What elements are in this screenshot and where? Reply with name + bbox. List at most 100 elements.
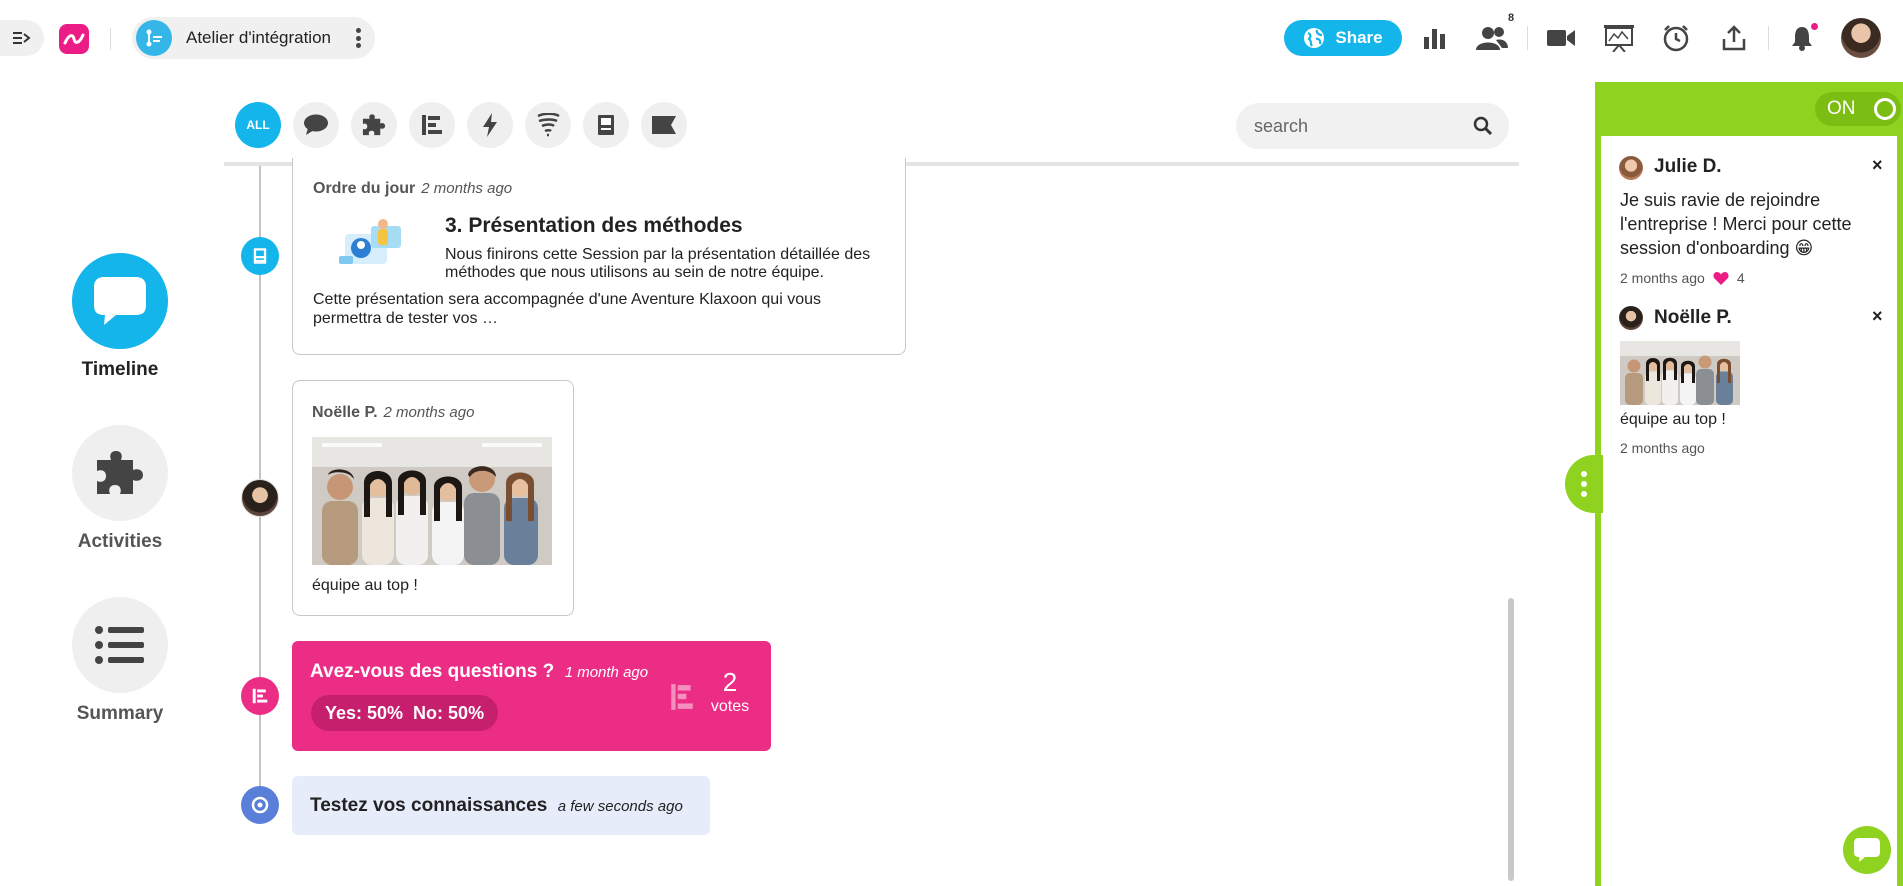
speech-bubble-icon [1854, 838, 1880, 862]
puzzle-icon [362, 114, 386, 136]
search-icon[interactable] [1473, 116, 1493, 136]
puzzle-icon [97, 451, 143, 494]
timeline-quiz-marker [241, 786, 279, 824]
quiz-card[interactable]: Testez vos connaissances a few seconds a… [292, 776, 710, 835]
search-input[interactable] [1254, 115, 1454, 137]
menu-arrow-icon [13, 32, 31, 44]
filter-messages-button[interactable] [293, 102, 339, 148]
agenda-meta: Ordre du jour 2 months ago [313, 180, 512, 198]
presentation-icon[interactable] [1603, 22, 1635, 54]
heart-icon[interactable] [1713, 271, 1729, 285]
panel-handle-more-icon[interactable] [1565, 455, 1603, 513]
filter-flag-button[interactable] [641, 102, 687, 148]
user-avatar[interactable] [1841, 18, 1881, 58]
nav-activities[interactable]: Activities [72, 425, 168, 553]
speech-bubble-icon [304, 114, 328, 135]
survey-bars-icon [422, 115, 442, 135]
survey-bars-icon [671, 684, 693, 710]
notification-dot [1811, 23, 1818, 30]
timeline-scrollbar[interactable] [1508, 598, 1514, 881]
flag-icon [652, 116, 676, 134]
logo-icon [63, 33, 85, 45]
live-toggle[interactable]: ON [1815, 92, 1901, 126]
top-divider [110, 28, 111, 50]
nav-timeline-circle [72, 253, 168, 349]
question-header: Avez-vous des questions ? 1 month ago [310, 661, 648, 683]
nav-timeline-label: Timeline [81, 359, 159, 380]
noelle-avatar [1619, 306, 1643, 330]
share-button[interactable]: Share [1284, 20, 1402, 56]
nav-activities-circle [72, 425, 168, 521]
participants-count: 8 [1508, 12, 1515, 24]
lightning-icon [483, 113, 497, 137]
post-text: Je suis ravie de rejoindre l'entreprise … [1620, 190, 1852, 258]
share-label: Share [1335, 28, 1383, 47]
filter-agenda-button[interactable] [583, 102, 629, 148]
session-more-icon[interactable] [355, 28, 361, 48]
timeline-agenda-marker [241, 237, 279, 275]
julie-avatar [1619, 156, 1643, 180]
post-author: Noëlle P. [1654, 307, 1732, 328]
agenda-time: 2 months ago [421, 180, 513, 197]
globe-icon [1304, 28, 1325, 48]
filter-brainstorm-button[interactable] [525, 102, 571, 148]
speech-bubble-icon [94, 277, 146, 325]
question-card[interactable]: Avez-vous des questions ? 1 month ago Ye… [292, 641, 771, 751]
quiz-title: Testez vos connaissances [310, 795, 548, 816]
agenda-body: Cette présentation sera accompagnée d'un… [313, 291, 821, 327]
photo-post-meta: Noëlle P. 2 months ago [312, 404, 474, 422]
agenda-card[interactable]: Ordre du jour 2 months ago 3. Présentatio… [292, 158, 906, 355]
filter-all-label: ALL [246, 118, 270, 132]
team-photo-thumbnail[interactable] [1620, 341, 1740, 405]
author-avatar [241, 479, 279, 517]
target-icon [251, 796, 269, 814]
question-time: 1 month ago [564, 664, 649, 681]
agenda-icon [253, 248, 267, 264]
post-time: 2 months ago [1620, 440, 1705, 456]
like-count: 4 [1736, 270, 1745, 286]
session-selector[interactable]: Atelier d'intégration [132, 17, 375, 59]
filter-survey-button[interactable] [409, 102, 455, 148]
toolbar-divider-2 [1768, 26, 1769, 50]
nav-timeline[interactable]: Timeline [72, 253, 168, 381]
filter-activities-button[interactable] [351, 102, 397, 148]
quiz-header: Testez vos connaissances a few seconds a… [310, 795, 683, 817]
agenda-title: 3. Présentation des méthodes [445, 214, 743, 237]
team-photo[interactable] [312, 437, 552, 565]
photo-post-card[interactable]: Noëlle P. 2 months ago équipe au top ! [292, 380, 574, 616]
votes-label: votes [710, 698, 750, 715]
stats-icon[interactable] [1418, 22, 1450, 54]
search-box[interactable] [1236, 103, 1509, 149]
session-icon [136, 20, 172, 56]
post-caption: équipe au top ! [1620, 411, 1726, 428]
nav-summary[interactable]: Summary [72, 597, 168, 725]
timeline-survey-marker [241, 677, 279, 715]
klaxoon-logo[interactable] [59, 24, 89, 54]
new-message-button[interactable] [1843, 826, 1891, 874]
photo-post-caption: équipe au top ! [312, 577, 418, 594]
timer-icon[interactable] [1660, 22, 1692, 54]
quiz-time: a few seconds ago [557, 798, 683, 815]
top-bar: Atelier d'intégration Share 8 [0, 0, 1903, 76]
tornado-icon [537, 113, 560, 137]
nav-summary-circle [72, 597, 168, 693]
filter-all-button[interactable]: ALL [235, 102, 281, 148]
agenda-illustration [339, 219, 401, 264]
toggle-knob [1874, 98, 1896, 120]
agenda-icon [598, 115, 614, 135]
toolbar-divider [1527, 26, 1528, 50]
close-post-icon[interactable]: × [1872, 155, 1883, 176]
votes-counter: 2 votes [704, 667, 756, 716]
participants-icon[interactable] [1476, 22, 1508, 54]
menu-toggle-button[interactable] [0, 20, 44, 56]
votes-count: 2 [722, 667, 738, 697]
list-icon [95, 626, 144, 664]
post-time: 2 months ago [1620, 270, 1705, 286]
close-post-icon[interactable]: × [1872, 306, 1883, 327]
photo-post-author: Noëlle P. [312, 404, 378, 421]
filter-quick-button[interactable] [467, 102, 513, 148]
toggle-label: ON [1827, 98, 1856, 119]
export-icon[interactable] [1718, 22, 1750, 54]
post-meta: 2 months ago 4 [1620, 270, 1745, 286]
video-icon[interactable] [1545, 22, 1577, 54]
